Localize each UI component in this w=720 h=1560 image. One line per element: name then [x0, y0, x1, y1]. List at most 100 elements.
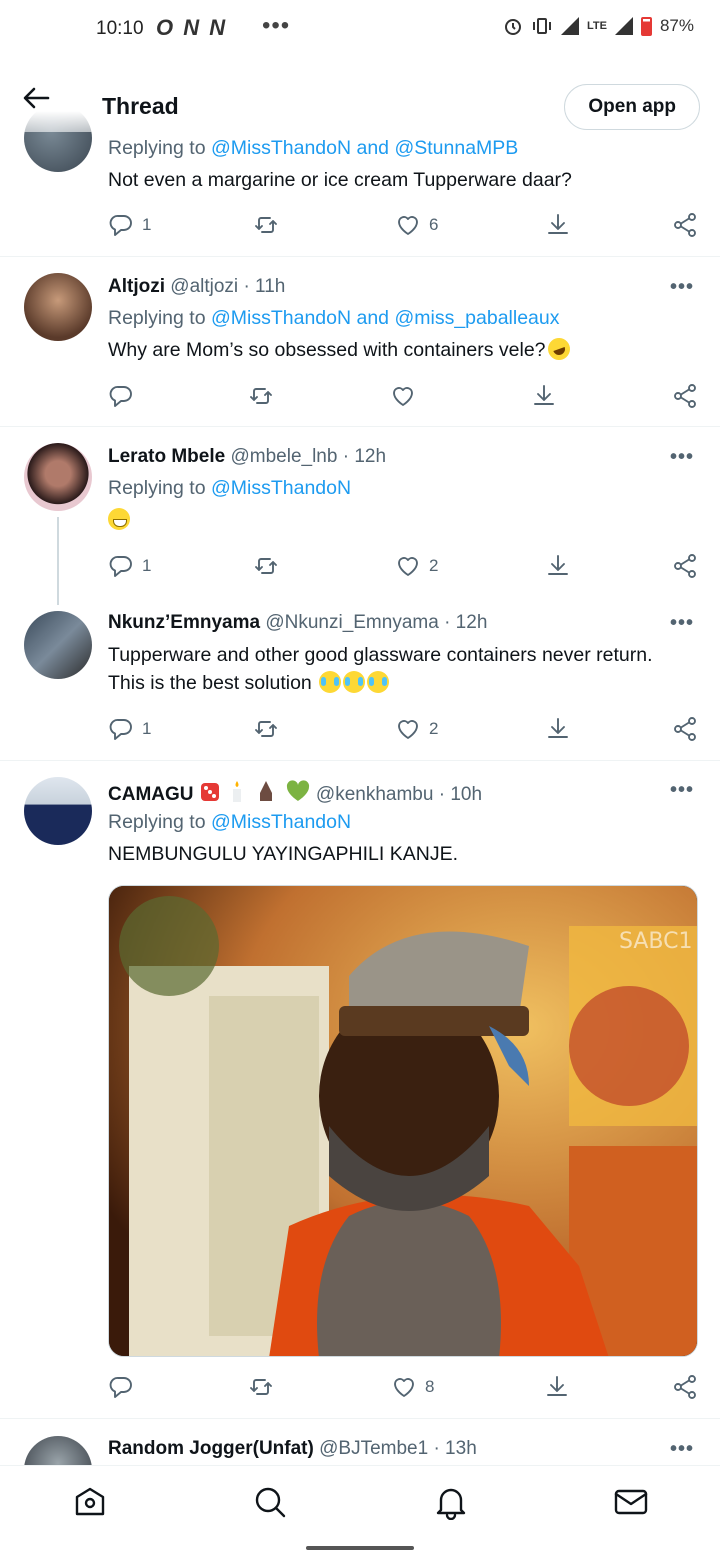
like-button[interactable]: 8 [391, 1372, 434, 1402]
like-button[interactable]: 2 [395, 551, 438, 581]
retweet-icon [255, 721, 277, 737]
retweet-button[interactable] [248, 1372, 282, 1402]
reply-button[interactable] [108, 1372, 142, 1402]
replying-to: Replying to @MissThandoN [108, 811, 352, 833]
author-handle: @BJTembe1 [319, 1438, 429, 1459]
reply-button[interactable]: 1 [108, 551, 151, 581]
like-button[interactable]: 6 [395, 210, 438, 240]
retweet-button[interactable] [253, 714, 287, 744]
thread-feed[interactable]: Replying to @MissThandoN and @StunnaMPB … [0, 0, 720, 1465]
download-button[interactable] [544, 1372, 570, 1402]
retweet-icon [255, 217, 277, 233]
tweet[interactable]: Lerato Mbele @mbele_lnb · 12h ••• Replyi… [0, 426, 720, 596]
download-button[interactable] [545, 714, 571, 744]
nav-search[interactable] [252, 1484, 288, 1520]
retweet-button[interactable] [248, 381, 282, 411]
more-options-icon[interactable]: ••• [670, 612, 694, 635]
download-button[interactable] [545, 210, 571, 240]
heart-icon [398, 216, 418, 235]
reply-count: 1 [142, 215, 152, 234]
media-watermark: SABC1 [619, 929, 693, 954]
green-heart-emoji-icon [286, 780, 309, 801]
author-name[interactable]: Nkunz’Emnyama [108, 612, 260, 633]
name-emojis [199, 779, 311, 809]
reply-button[interactable] [108, 381, 142, 411]
tweet-time: · 11h [243, 276, 286, 297]
retweet-icon [255, 558, 277, 574]
author-name[interactable]: Altjozi [108, 276, 165, 297]
open-app-button[interactable]: Open app [564, 84, 700, 130]
author-handle: @Nkunzi_Emnyama [265, 612, 439, 633]
mention-link[interactable]: @MissThandoN [211, 477, 351, 499]
more-options-icon[interactable]: ••• [670, 1438, 694, 1461]
messages-icon [614, 1489, 648, 1515]
more-options-icon[interactable]: ••• [670, 446, 694, 469]
author-name[interactable]: Random Jogger(Unfat) [108, 1438, 314, 1459]
more-options-icon[interactable]: ••• [670, 276, 694, 299]
tweet[interactable]: Random Jogger(Unfat) @BJTembe1 · 13h ••• [0, 1418, 720, 1465]
avatar[interactable] [24, 611, 92, 679]
tweet-text: NEMBUNGULU YAYINGAPHILI KANJE. [108, 843, 459, 865]
tweet-actions: 1 2 [108, 551, 700, 581]
reply-button[interactable]: 1 [108, 210, 151, 240]
tweet-header: Altjozi @altjozi · 11h [108, 276, 285, 298]
retweet-button[interactable] [253, 210, 287, 240]
tears-of-joy-emoji-icon [367, 671, 390, 693]
notifications-icon [436, 1488, 466, 1521]
share-button[interactable] [672, 551, 698, 581]
tweet-text: Not even a margarine or ice cream Tupper… [108, 169, 572, 191]
rofl-emoji-icon [544, 334, 573, 364]
share-button[interactable] [672, 1372, 698, 1402]
mention-link[interactable]: @MissThandoN and @StunnaMPB [211, 137, 518, 159]
reply-count: 1 [142, 556, 152, 575]
share-button[interactable] [672, 381, 698, 411]
author-name[interactable]: Lerato Mbele [108, 446, 225, 467]
download-button[interactable] [531, 381, 557, 411]
reply-button[interactable]: 1 [108, 714, 151, 744]
tweet[interactable]: Altjozi @altjozi · 11h ••• Replying to @… [0, 256, 720, 426]
like-button[interactable]: 2 [395, 714, 438, 744]
tweet[interactable]: Nkunz’Emnyama @Nkunzi_Emnyama · 12h ••• … [0, 596, 720, 760]
share-icon [674, 1375, 696, 1399]
download-button[interactable] [545, 551, 571, 581]
tweet-actions: 8 [108, 1372, 700, 1402]
nav-messages[interactable] [613, 1484, 649, 1520]
reply-count: 1 [142, 719, 152, 738]
nav-notifications[interactable] [433, 1484, 469, 1521]
back-arrow-icon[interactable] [20, 84, 52, 112]
author-handle: @mbele_lnb [230, 446, 338, 467]
tears-of-joy-emoji-icon [319, 671, 342, 693]
download-icon [547, 1376, 567, 1396]
thread-connector [57, 517, 59, 605]
avatar[interactable] [24, 443, 92, 511]
like-button[interactable] [390, 381, 424, 411]
praying-hands-emoji-icon [260, 781, 273, 801]
bottom-nav [0, 1465, 720, 1537]
heart-icon [393, 387, 413, 406]
share-button[interactable] [672, 210, 698, 240]
tweet-actions: 1 2 [108, 714, 700, 744]
heart-icon [394, 1378, 414, 1397]
retweet-button[interactable] [253, 551, 287, 581]
mention-link[interactable]: @MissThandoN and @miss_paballeaux [211, 307, 560, 329]
like-count: 8 [425, 1377, 435, 1396]
more-options-icon[interactable]: ••• [670, 779, 694, 802]
tweet-time: · 12h [444, 612, 488, 633]
avatar[interactable] [24, 1436, 92, 1465]
share-button[interactable] [672, 714, 698, 744]
share-icon [674, 384, 696, 408]
nav-home[interactable] [72, 1484, 108, 1520]
download-icon [548, 214, 568, 234]
avatar[interactable] [24, 273, 92, 341]
tweet-media-image[interactable]: SABC1 [108, 885, 698, 1357]
like-count: 2 [429, 556, 439, 575]
author-name[interactable]: CAMAGU [108, 784, 194, 805]
grinning-emoji-icon [108, 508, 130, 530]
tweet-time: · 12h [342, 446, 387, 467]
mention-link[interactable]: @MissThandoN [211, 811, 351, 833]
avatar[interactable] [24, 777, 92, 845]
like-count: 6 [429, 215, 439, 234]
gesture-bar[interactable] [306, 1546, 414, 1550]
heart-icon [398, 557, 418, 576]
tweet-header: Nkunz’Emnyama @Nkunzi_Emnyama · 12h [108, 612, 487, 634]
